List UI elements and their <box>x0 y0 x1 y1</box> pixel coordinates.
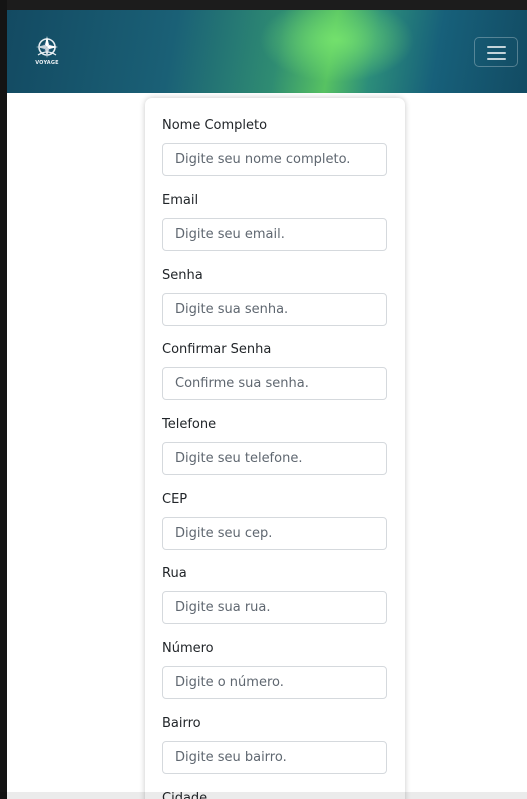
senha-label: Senha <box>162 268 203 283</box>
email-label: Email <box>162 193 199 208</box>
navbar: VOYAGE <box>7 10 527 93</box>
cep-input[interactable] <box>162 517 387 550</box>
cep-label: CEP <box>162 492 188 507</box>
numero-input[interactable] <box>162 666 387 699</box>
logo-text: VOYAGE <box>35 60 59 66</box>
hamburger-icon <box>487 46 506 48</box>
email-input[interactable] <box>162 218 387 251</box>
menu-toggle-button[interactable] <box>474 37 518 67</box>
confirmar-senha-label: Confirmar Senha <box>162 342 272 357</box>
telefone-label: Telefone <box>162 417 217 432</box>
bottom-edge <box>0 792 527 799</box>
bairro-input[interactable] <box>162 741 387 774</box>
hamburger-icon-bottom-bar <box>487 58 506 60</box>
page: VOYAGE Nome Completo Email Senha Confirm… <box>7 10 527 799</box>
rua-label: Rua <box>162 566 187 581</box>
bairro-label: Bairro <box>162 716 201 731</box>
signup-form-card: Nome Completo Email Senha Confirmar Senh… <box>145 98 405 799</box>
voyage-logo[interactable]: VOYAGE <box>34 34 60 68</box>
nome-completo-label: Nome Completo <box>162 118 268 133</box>
window-left-frame <box>0 0 7 799</box>
telefone-input[interactable] <box>162 442 387 475</box>
confirmar-senha-input[interactable] <box>162 367 387 400</box>
window-top-strip <box>0 0 527 10</box>
hamburger-icon-middle-bar <box>487 52 506 54</box>
nome-completo-input[interactable] <box>162 143 387 176</box>
compass-logo-icon <box>36 36 58 58</box>
numero-label: Número <box>162 641 214 656</box>
senha-input[interactable] <box>162 293 387 326</box>
rua-input[interactable] <box>162 591 387 624</box>
